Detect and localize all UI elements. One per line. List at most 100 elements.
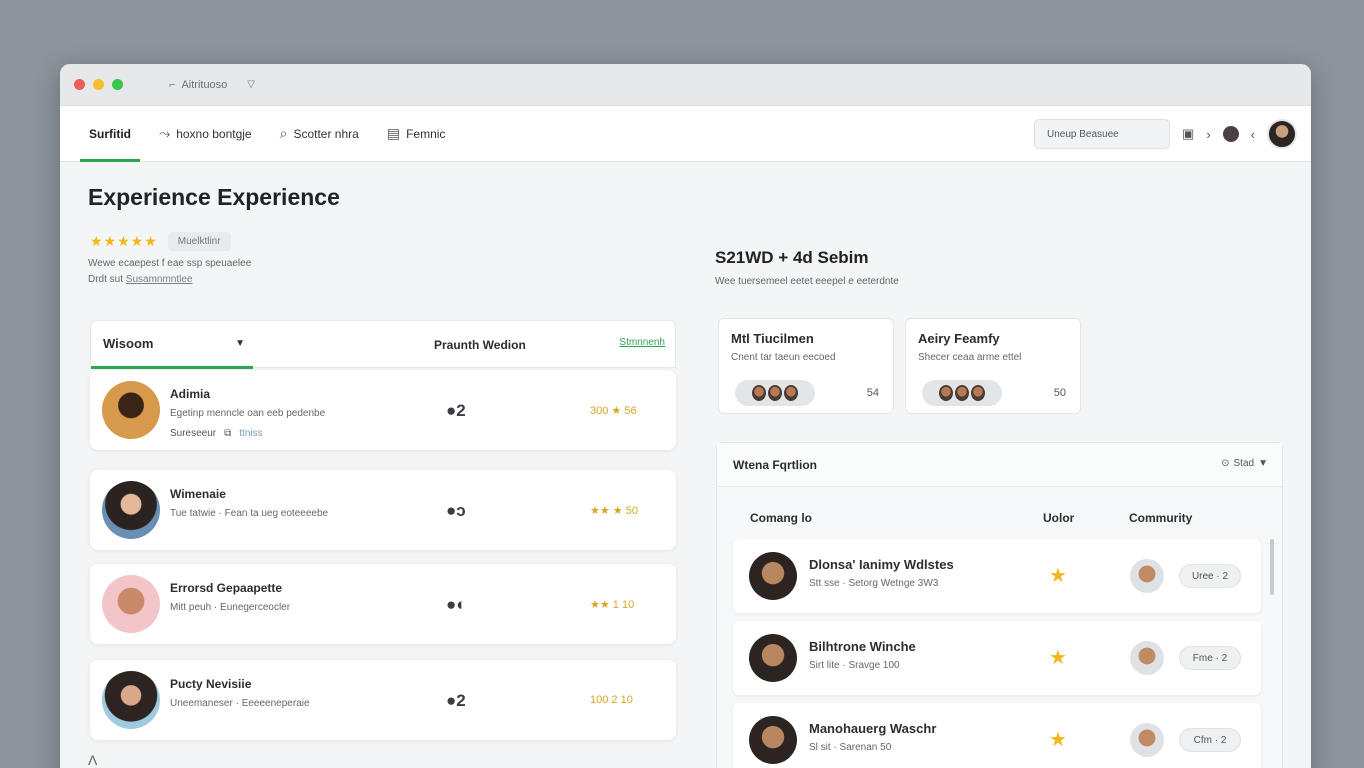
- avatar: [752, 385, 766, 401]
- status-toggle[interactable]: ●ↄ: [446, 501, 466, 521]
- nav-actions: Uneup Beasuee ▣ › ‹: [1034, 106, 1297, 162]
- star-icon[interactable]: ★: [1049, 645, 1067, 670]
- calendar-icon[interactable]: ▣: [1182, 126, 1194, 142]
- share-icon: ⤳: [159, 125, 171, 141]
- printer-icon: ▤: [386, 125, 401, 141]
- status-toggle[interactable]: ●2: [446, 691, 466, 711]
- search-placeholder: Uneup Beasuee: [1047, 128, 1119, 140]
- meta-link[interactable]: Susamnmntlee: [126, 274, 193, 285]
- scrollbar[interactable]: [1270, 539, 1274, 595]
- section-subtitle: Wee tuersemeel eetet eeepel e eeterdnte: [715, 276, 899, 287]
- rating-badge: Muelktlinr: [167, 232, 231, 251]
- filter-icon: ⊙: [1221, 458, 1230, 469]
- nav-item-share[interactable]: ⤳ hoxno bontgje: [150, 106, 261, 162]
- table-row[interactable]: Bilhtrone Winche Sirt lite · Sravge 100 …: [733, 621, 1261, 695]
- row-name: Bilhtrone Winche: [809, 639, 916, 654]
- card-title: Mtl Tiucilmen: [731, 331, 814, 346]
- meta-text: Wewe ecaepest f eae ssp speuaelee: [88, 258, 252, 269]
- dropdown-tab-label: Wisoom: [103, 336, 154, 351]
- account-avatar-small[interactable]: [1222, 126, 1239, 142]
- tab-icon: ⌐: [169, 78, 176, 91]
- person-name: Adimia: [170, 387, 211, 401]
- people-panel-header: Wisoom ▼ Praunth Wedion Stmnnenh: [90, 320, 676, 369]
- card-count: 54: [866, 387, 879, 399]
- avatar-group: [922, 380, 1002, 406]
- row-name: Manohauerg Waschr: [809, 721, 937, 736]
- search-icon: ⌕: [279, 125, 288, 141]
- person-description: Egetinp menncle oan eeb pedenbe: [170, 408, 326, 419]
- meta-text-2: Drdt sut Susamnmntlee: [88, 274, 193, 285]
- mini-rating: ★★ 1 10: [590, 599, 635, 611]
- chevron-down-icon[interactable]: ▽: [247, 79, 255, 90]
- status-toggle[interactable]: ●◐: [446, 595, 467, 615]
- column-header: Praunth Wedion: [434, 338, 526, 352]
- person-tag-link[interactable]: ttniss: [239, 428, 262, 439]
- person-description: Mitt peuh · Eunegerceocler: [170, 602, 291, 613]
- section-title: S21WD + 4d Sebim: [715, 248, 869, 267]
- column-header[interactable]: Commurity: [1129, 511, 1192, 525]
- person-name: Errorsd Gepaapette: [170, 581, 283, 595]
- action-pill[interactable]: Uree · 2: [1179, 564, 1241, 588]
- column-header[interactable]: Comang lo: [750, 511, 812, 525]
- avatar: [102, 381, 160, 439]
- browser-tab[interactable]: ⌐ Aitrituoso ▽: [169, 79, 255, 91]
- filter-label: Stad: [1233, 458, 1255, 469]
- row-name: Dlonsa' Ianimy Wdlstes: [809, 557, 954, 572]
- summary-card[interactable]: Mtl Tiucilmen Cnent tar taeun eecoed 54: [718, 318, 894, 414]
- community-table: Wtena Fqrtlion ⊙ Stad ▼ Comang lo Uolor …: [716, 442, 1283, 768]
- table-header: Wtena Fqrtlion ⊙ Stad ▼: [717, 443, 1282, 487]
- card-subtitle: Cnent tar taeun eecoed: [731, 352, 836, 363]
- copy-icon[interactable]: ⧉: [224, 428, 231, 439]
- card-subtitle: Shecer ceaa arme ettel: [918, 352, 1022, 363]
- card-count: 50: [1053, 387, 1066, 399]
- column-header-link[interactable]: Stmnnenh: [619, 337, 665, 348]
- avatar: [784, 385, 798, 401]
- action-pill[interactable]: Cfm · 2: [1179, 728, 1241, 752]
- meta-prefix: Drdt sut: [88, 274, 124, 285]
- list-item[interactable]: Wimenaie Tue tatwie · Fean ta ueg eoteee…: [90, 470, 676, 550]
- avatar: [971, 385, 985, 401]
- person-description: Uneemaneser · Eeeeeneperaie: [170, 698, 310, 709]
- mini-rating: ★★ ★ 50: [590, 505, 638, 517]
- minimize-window-button[interactable]: [93, 79, 104, 90]
- avatar: [102, 575, 160, 633]
- list-item[interactable]: Errorsd Gepaapette Mitt peuh · Eunegerce…: [90, 564, 676, 644]
- table-row[interactable]: Manohauerg Waschr Sl sit · Sarenan 50 ★ …: [733, 703, 1261, 768]
- nav-item-label: hoxno bontgje: [176, 126, 252, 141]
- filter-dropdown[interactable]: ⊙ Stad ▼: [1221, 458, 1268, 469]
- title-bar: ⌐ Aitrituoso ▽: [60, 64, 1311, 106]
- table-title: Wtena Fqrtlion: [733, 458, 817, 472]
- star-icon[interactable]: ★: [1049, 563, 1067, 588]
- column-header[interactable]: Uolor: [1043, 511, 1074, 525]
- avatar: [749, 634, 797, 682]
- people-panel: Wisoom ▼ Praunth Wedion Stmnnenh Adimia …: [90, 320, 676, 740]
- nav-item-home[interactable]: Surfitid: [80, 106, 140, 162]
- dropdown-tab[interactable]: Wisoom ▼: [91, 321, 253, 369]
- avatar: [768, 385, 782, 401]
- avatar: [102, 481, 160, 539]
- close-window-button[interactable]: [74, 79, 85, 90]
- nav-item-search[interactable]: ⌕ Scotter nhra: [271, 106, 368, 162]
- user-avatar[interactable]: [1267, 119, 1297, 149]
- card-title: Aeiry Feamfy: [918, 331, 1000, 346]
- caret-icon[interactable]: ‹: [1251, 127, 1255, 142]
- list-item[interactable]: Adimia Egetinp menncle oan eeb pedenbe S…: [90, 370, 676, 450]
- maximize-window-button[interactable]: [112, 79, 123, 90]
- nav-item-print[interactable]: ▤ Femnic: [378, 106, 455, 162]
- member-avatar: [1130, 641, 1164, 675]
- star-icon[interactable]: ★: [1049, 727, 1067, 752]
- nav-item-label: Scotter nhra: [293, 126, 359, 141]
- page-title: Experience Experience: [88, 184, 340, 210]
- table-row[interactable]: Dlonsa' Ianimy Wdlstes Stt sse · Setorg …: [733, 539, 1261, 613]
- avatar: [939, 385, 953, 401]
- person-name: Wimenaie: [170, 487, 226, 501]
- status-toggle[interactable]: ●2: [446, 401, 466, 421]
- search-input[interactable]: Uneup Beasuee: [1034, 119, 1171, 149]
- action-pill[interactable]: Fme · 2: [1179, 646, 1241, 670]
- row-subtitle: Sirt lite · Sravge 100: [809, 660, 900, 671]
- summary-card[interactable]: Aeiry Feamfy Shecer ceaa arme ettel 50: [905, 318, 1081, 414]
- arrow-icon[interactable]: ›: [1206, 127, 1210, 142]
- list-item[interactable]: Pucty Nevisiie Uneemaneser · Eeeeenepera…: [90, 660, 676, 740]
- row-subtitle: Sl sit · Sarenan 50: [809, 742, 892, 753]
- member-avatar: [1130, 723, 1164, 757]
